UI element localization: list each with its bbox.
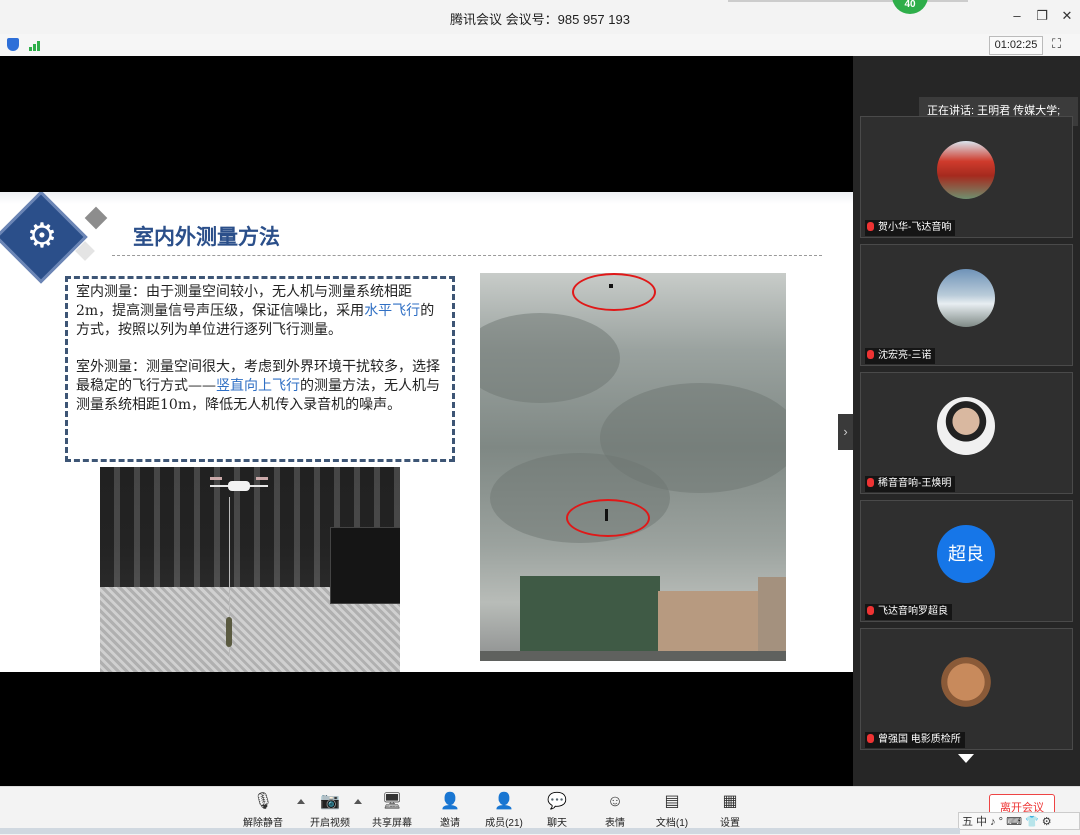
add-user-icon: 👤 xyxy=(440,793,460,810)
members-icon: 👤 xyxy=(494,793,514,810)
chevron-down-icon[interactable] xyxy=(958,754,974,763)
mic-off-icon: 🎙 xyxy=(252,793,274,810)
participant-name: 沈宏亮-三诺 xyxy=(865,348,936,364)
outdoor-paragraph: 室外测量：测量空间很大，考虑到外界环境干扰较多，选择最稳定的飞行方式——竖直向上… xyxy=(76,358,444,415)
share-label: 共享屏幕 xyxy=(372,818,412,829)
window-title: 腾讯会议 会议号：985 957 193 xyxy=(450,12,630,27)
participant-name: 稀音音响-王焕明 xyxy=(865,476,956,492)
title-divider xyxy=(112,255,822,256)
participant-name: 贺小华-飞达音响 xyxy=(865,220,956,236)
mic-muted-icon xyxy=(867,350,874,359)
drone-dot-top xyxy=(609,284,613,288)
slide-text-box: 室内测量：由于测量空间较小，无人机与测量系统相距2m，提高测量信号声压级，保证信… xyxy=(65,276,455,462)
meeting-timer: 01:02:25 xyxy=(989,36,1043,55)
chat-icon: 💬 xyxy=(547,793,567,810)
chat-button[interactable]: 💬 聊天 xyxy=(527,793,587,833)
video-label: 开启视频 xyxy=(310,818,350,829)
settings-button[interactable]: ▦ 设置 xyxy=(700,793,760,833)
construction-building xyxy=(520,576,660,661)
participant-tile[interactable]: 贺小华-飞达音响 xyxy=(860,116,1073,238)
mic-muted-icon xyxy=(867,606,874,615)
indoor-paragraph: 室内测量：由于测量空间较小，无人机与测量系统相距2m，提高测量信号声压级，保证信… xyxy=(76,283,444,340)
indoor-text-1: 室内测量：由于测量空间较小，无人机与测量系统相距2m，提高测量信号声压级，保证信… xyxy=(76,284,412,319)
drone-highlight-bottom xyxy=(566,499,650,537)
avatar xyxy=(937,397,995,455)
smiley-icon: ☺ xyxy=(606,793,624,810)
building-far-right xyxy=(758,577,786,661)
members-button[interactable]: 👤 成员(21) xyxy=(474,793,534,833)
participant-name: 曾强国 电影质检所 xyxy=(865,732,965,748)
participant-name-text: 曾强国 电影质检所 xyxy=(878,734,961,745)
microphone-image xyxy=(226,617,232,647)
gear-icon: ⚙ xyxy=(26,217,58,255)
invite-label: 邀请 xyxy=(440,818,460,829)
minimize-button[interactable]: – xyxy=(1008,7,1026,25)
drone-dot-bottom xyxy=(605,509,608,521)
participant-name-text: 贺小华-飞达音响 xyxy=(878,222,952,233)
settings-label: 设置 xyxy=(720,818,740,829)
outdoor-highlight: 竖直向上飞行 xyxy=(216,378,300,394)
members-label: 成员(21) xyxy=(485,818,523,829)
avatar xyxy=(937,269,995,327)
participant-tile[interactable]: 曾强国 电影质检所 xyxy=(860,628,1073,750)
participant-tile[interactable]: 稀音音响-王焕明 xyxy=(860,372,1073,494)
ground-strip xyxy=(480,651,786,661)
participant-name-text: 稀音音响-王焕明 xyxy=(878,478,952,489)
slide-top-bar xyxy=(0,192,853,204)
restore-button[interactable]: ❐ xyxy=(1033,7,1051,25)
reaction-label: 表情 xyxy=(605,818,625,829)
outdoor-sky-photo xyxy=(480,273,786,661)
participant-tile[interactable]: 沈宏亮-三诺 xyxy=(860,244,1073,366)
chat-label: 聊天 xyxy=(547,818,567,829)
documents-button[interactable]: ▤ 文档(1) xyxy=(642,793,702,833)
equipment-cabinet xyxy=(330,527,400,604)
presentation-slide: ⚙ 室内外测量方法 室内测量：由于测量空间较小，无人机与测量系统相距2m，提高测… xyxy=(0,192,853,672)
mic-muted-icon xyxy=(867,734,874,743)
unmute-button[interactable]: 🎙 解除静音 xyxy=(233,793,293,833)
video-options-caret[interactable] xyxy=(354,799,362,804)
screen-share-icon: 🖥 xyxy=(381,793,403,810)
shield-icon[interactable] xyxy=(7,38,19,51)
mic-muted-icon xyxy=(867,478,874,487)
grid-settings-icon: ▦ xyxy=(722,793,738,810)
ime-toolbar[interactable]: 五 中 ♪ ° ⌨ 👕 ⚙ xyxy=(958,812,1080,830)
status-bar: 01:02:25 ⛶ xyxy=(0,34,1080,57)
avatar: 超良 xyxy=(937,525,995,583)
drone-highlight-top xyxy=(572,273,656,311)
title-bar: 40 腾讯会议 会议号：985 957 193 – ❐ ✕ xyxy=(0,0,1080,35)
slide-title: 室内外测量方法 xyxy=(133,226,280,249)
indoor-highlight: 水平飞行 xyxy=(364,303,421,319)
video-button[interactable]: 📷 开启视频 xyxy=(300,793,360,833)
reaction-button[interactable]: ☺ 表情 xyxy=(585,793,645,833)
participant-name-text: 沈宏亮-三诺 xyxy=(878,350,932,361)
fullscreen-icon[interactable]: ⛶ xyxy=(1052,37,1066,51)
anechoic-chamber-photo xyxy=(100,467,400,672)
participant-name: 飞达音响罗超良 xyxy=(865,604,952,620)
participant-name-text: 飞达音响罗超良 xyxy=(878,606,948,617)
drone-image xyxy=(210,475,270,503)
unmute-label: 解除静音 xyxy=(243,818,283,829)
share-screen-button[interactable]: 🖥 共享屏幕 xyxy=(362,793,422,833)
decor-diamond xyxy=(84,206,108,230)
invite-button[interactable]: 👤 邀请 xyxy=(420,793,480,833)
next-slide-tab[interactable]: › xyxy=(838,414,853,450)
document-icon: ▤ xyxy=(664,793,680,810)
mic-muted-icon xyxy=(867,222,874,231)
close-button[interactable]: ✕ xyxy=(1058,7,1076,25)
documents-label: 文档(1) xyxy=(655,818,689,829)
camera-off-icon: 📷 xyxy=(320,793,340,810)
top-line xyxy=(728,0,968,2)
avatar xyxy=(937,653,995,711)
participant-tile[interactable]: 超良 飞达音响罗超良 xyxy=(860,500,1073,622)
os-taskbar xyxy=(0,828,960,834)
avatar xyxy=(937,141,995,199)
signal-icon[interactable] xyxy=(29,39,43,51)
